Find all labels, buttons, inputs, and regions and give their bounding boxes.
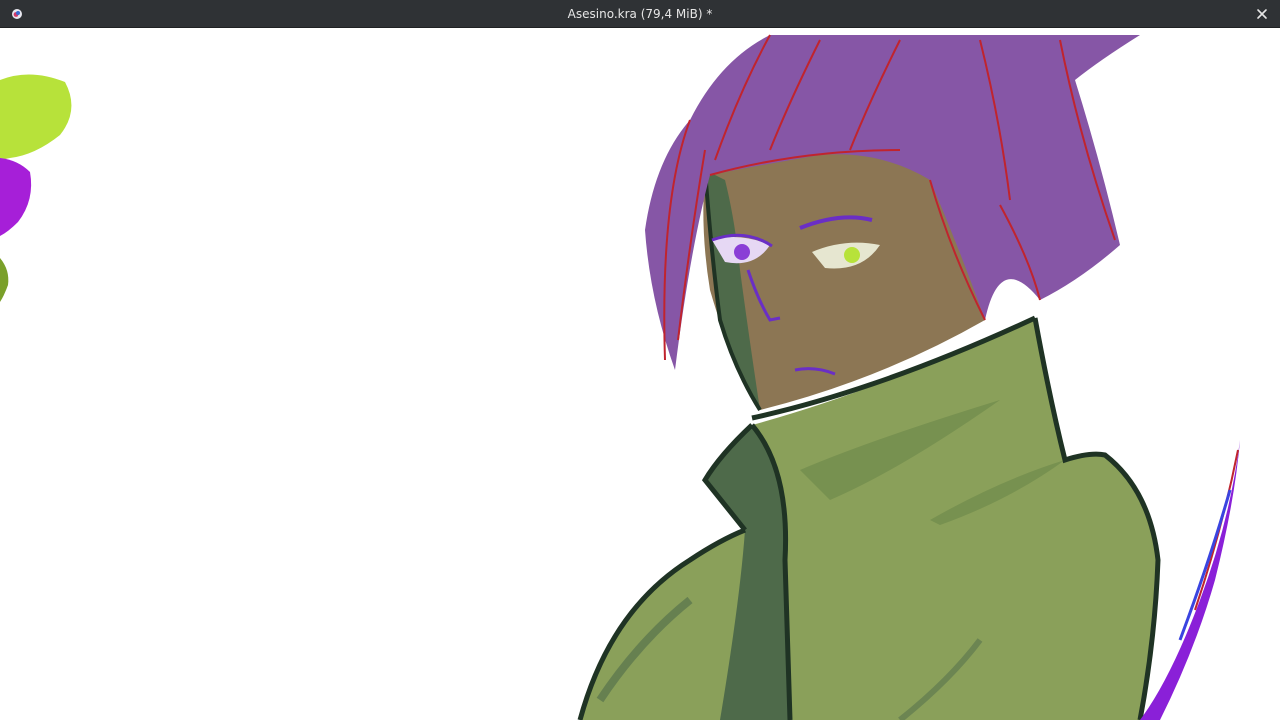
- color-swatches: [0, 74, 72, 302]
- close-icon[interactable]: [1252, 4, 1272, 24]
- drawing-canvas[interactable]: [0, 28, 1280, 720]
- krita-icon: [11, 8, 23, 20]
- title-bar: Asesino.kra (79,4 MiB) *: [0, 0, 1280, 28]
- coat: [577, 315, 1161, 720]
- window-title: Asesino.kra (79,4 MiB) *: [567, 6, 713, 21]
